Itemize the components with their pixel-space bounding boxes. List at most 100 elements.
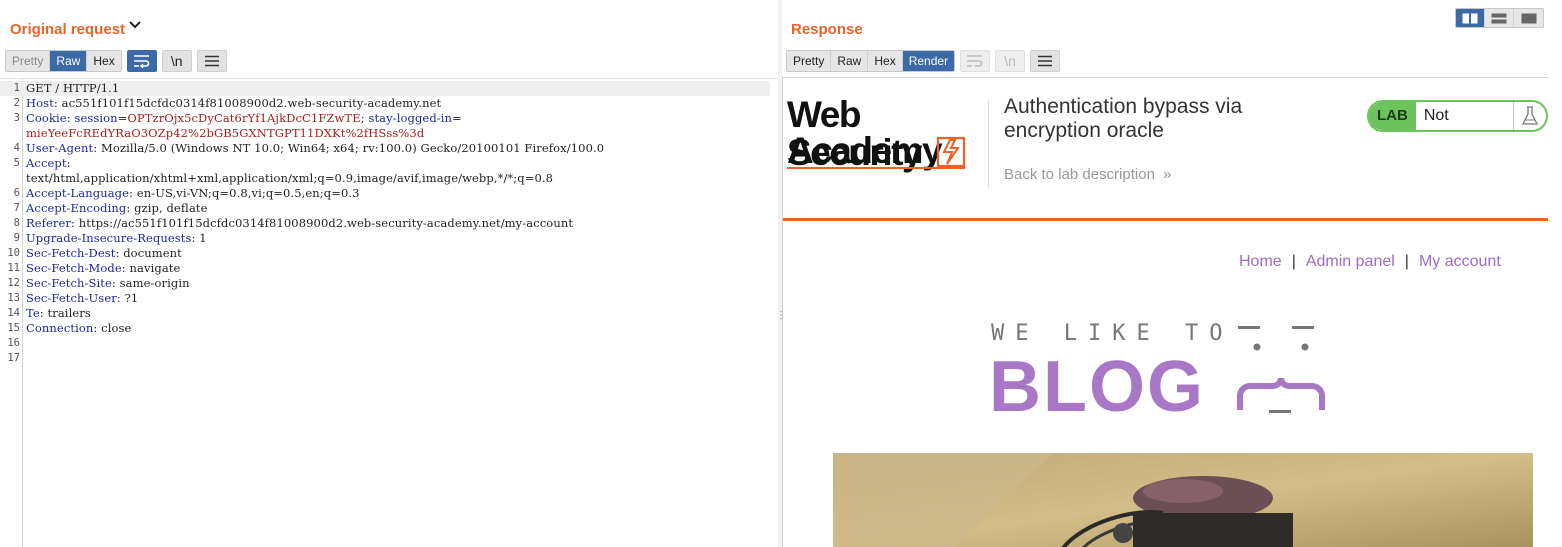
blog-hero-image xyxy=(833,453,1533,547)
cookie-equals: = xyxy=(452,111,462,125)
line-content: Connection: close xyxy=(20,321,131,336)
header-separator: : xyxy=(93,141,102,155)
response-toolbar: Pretty Raw Hex Render \n xyxy=(786,50,1061,72)
line-content xyxy=(20,351,26,366)
line-number: 1 xyxy=(13,82,20,94)
header-separator: : xyxy=(53,96,62,110)
line-number: 13 xyxy=(7,292,20,304)
response-pane: Response Pretty Raw Hex Render \n Web Se… xyxy=(782,0,1562,547)
blog-logo: WE LIKE TO BLOG xyxy=(989,318,1349,428)
request-editor[interactable]: 1 GET / HTTP/1.1 2 Host: ac551f101f15dcfdc0… xyxy=(0,78,778,547)
web-security-academy-logo[interactable]: Web Security Academy xyxy=(787,96,987,172)
line-number: 6 xyxy=(13,187,20,199)
line-content: Accept-Language: en-US,vi-VN;q=0.8,vi;q=… xyxy=(20,186,360,201)
tab-render[interactable]: Render xyxy=(902,51,955,71)
back-link-label: Back to lab description xyxy=(1004,166,1155,183)
line-content: Cookie: session=OPTzrOjx5cDyCat6rYf1AjkD… xyxy=(20,111,462,126)
request-line[interactable]: 15 Connection: close xyxy=(0,321,770,336)
options-menu-button[interactable] xyxy=(1030,50,1061,72)
request-lines: 1 GET / HTTP/1.1 2 Host: ac551f101f15dcfdc0… xyxy=(0,81,770,366)
request-line[interactable]: 3 Cookie: session=OPTzrOjx5cDyCat6rYf1Ajk… xyxy=(0,111,770,126)
show-newlines-button[interactable]: \n xyxy=(161,50,192,72)
request-line[interactable]: 2 Host: ac551f101f15dcfdc0314f81008900d2.… xyxy=(0,96,770,111)
line-number: 12 xyxy=(7,277,20,289)
single-panel-icon xyxy=(1521,13,1536,23)
header-name: Sec-Fetch-User xyxy=(26,291,117,305)
line-number: 8 xyxy=(13,217,20,229)
header-value: close xyxy=(101,321,132,335)
request-line[interactable]: 11 Sec-Fetch-Mode: navigate xyxy=(0,261,770,276)
header-name: Connection xyxy=(26,321,94,335)
burp-message-editor: Original request Pretty Raw Hex \n 1 GET … xyxy=(0,0,1562,547)
lab-status: Not solved xyxy=(1416,102,1515,130)
request-line[interactable]: text/html,application/xhtml+xml,applicat… xyxy=(0,171,770,186)
logo-line-2: Academy xyxy=(787,130,943,171)
line-content: text/html,application/xhtml+xml,applicat… xyxy=(20,171,553,186)
back-to-lab-link[interactable]: Back to lab description » xyxy=(1004,166,1171,183)
menu-icon xyxy=(1038,55,1053,67)
columns-icon xyxy=(1462,13,1478,23)
options-menu-button[interactable] xyxy=(196,50,227,72)
lab-badge: LAB xyxy=(1369,102,1416,130)
layout-single-button[interactable] xyxy=(1514,9,1543,27)
line-content: GET / HTTP/1.1 xyxy=(20,81,119,96)
header-value: 1 xyxy=(199,231,207,245)
nav-home-link[interactable]: Home xyxy=(1239,253,1282,270)
rendered-response: Web Security Academy Authentication bypa… xyxy=(782,77,1548,547)
layout-stacked-button[interactable] xyxy=(1485,9,1514,27)
tab-hex[interactable]: Hex xyxy=(868,51,903,71)
request-line[interactable]: 9 Upgrade-Insecure-Requests: 1 xyxy=(0,231,770,246)
request-line[interactable]: 12 Sec-Fetch-Site: same-origin xyxy=(0,276,770,291)
chevron-down-icon[interactable] xyxy=(128,18,142,32)
tab-pretty[interactable]: Pretty xyxy=(6,51,51,71)
request-line[interactable]: 10 Sec-Fetch-Dest: document xyxy=(0,246,770,261)
show-newlines-button-disabled: \n xyxy=(995,50,1026,72)
header-name: Cookie xyxy=(26,111,67,125)
line-content: Accept: xyxy=(20,156,71,171)
request-line[interactable]: 7 Accept-Encoding: gzip, deflate xyxy=(0,201,770,216)
tab-raw[interactable]: Raw xyxy=(50,51,88,71)
line-number: 16 xyxy=(7,337,20,349)
header-separator: : xyxy=(93,321,102,335)
nav-admin-panel-link[interactable]: Admin panel xyxy=(1306,253,1395,270)
wrap-icon xyxy=(133,55,149,68)
header-separator: : xyxy=(71,216,79,230)
line-number: 10 xyxy=(7,247,20,259)
header-name: Referer xyxy=(26,216,72,230)
tab-raw[interactable]: Raw xyxy=(831,51,869,71)
header-value: same-origin xyxy=(119,276,190,290)
nav-my-account-link[interactable]: My account xyxy=(1419,253,1501,270)
request-line[interactable]: 5 Accept: xyxy=(0,156,770,171)
header-value: gzip, deflate xyxy=(134,201,208,215)
header-name: Upgrade-Insecure-Requests xyxy=(26,231,192,245)
line-content: Te: trailers xyxy=(20,306,91,321)
request-line[interactable]: 8 Referer: https://ac551f101f15dcfdc0314f… xyxy=(0,216,770,231)
header-separator: : xyxy=(121,261,130,275)
header-value: Mozilla/5.0 (Windows NT 10.0; Win64; x64… xyxy=(101,141,605,155)
line-content: User-Agent: Mozilla/5.0 (Windows NT 10.0… xyxy=(20,141,604,156)
request-line[interactable]: 6 Accept-Language: en-US,vi-VN;q=0.8,vi;q… xyxy=(0,186,770,201)
line-content: mieYeeFcREdYRaO3OZp42%2bGB5GXNTGPT11DXKt… xyxy=(20,126,424,141)
tab-hex[interactable]: Hex xyxy=(87,51,121,71)
bicycle-basket-photo xyxy=(833,453,1533,547)
layout-side-by-side-button[interactable] xyxy=(1456,9,1485,27)
request-line[interactable]: 1 GET / HTTP/1.1 xyxy=(0,81,770,96)
header-name: Accept xyxy=(26,156,67,170)
header-name: Sec-Fetch-Mode xyxy=(26,261,122,275)
cookie-name: stay-logged-in xyxy=(368,111,453,125)
line-content: Upgrade-Insecure-Requests: 1 xyxy=(20,231,207,246)
flask-icon xyxy=(1514,102,1546,130)
request-pane-title: Original request xyxy=(10,21,126,38)
request-line[interactable]: 13 Sec-Fetch-User: ?1 xyxy=(0,291,770,306)
request-line[interactable]: 14 Te: trailers xyxy=(0,306,770,321)
header-separator: : xyxy=(39,306,48,320)
request-line[interactable]: mieYeeFcREdYRaO3OZp42%2bGB5GXNTGPT11DXKt… xyxy=(0,126,770,141)
request-line[interactable]: 17 xyxy=(0,351,770,366)
request-line[interactable]: 16 xyxy=(0,336,770,351)
line-content: Host: ac551f101f15dcfdc0314f81008900d2.w… xyxy=(20,96,441,111)
wrap-lines-button[interactable] xyxy=(126,50,157,72)
line-number xyxy=(0,171,20,186)
request-line[interactable]: 4 User-Agent: Mozilla/5.0 (Windows NT 10.… xyxy=(0,141,770,156)
line-content: Referer: https://ac551f101f15dcfdc0314f8… xyxy=(20,216,573,231)
tab-pretty[interactable]: Pretty xyxy=(787,51,832,71)
